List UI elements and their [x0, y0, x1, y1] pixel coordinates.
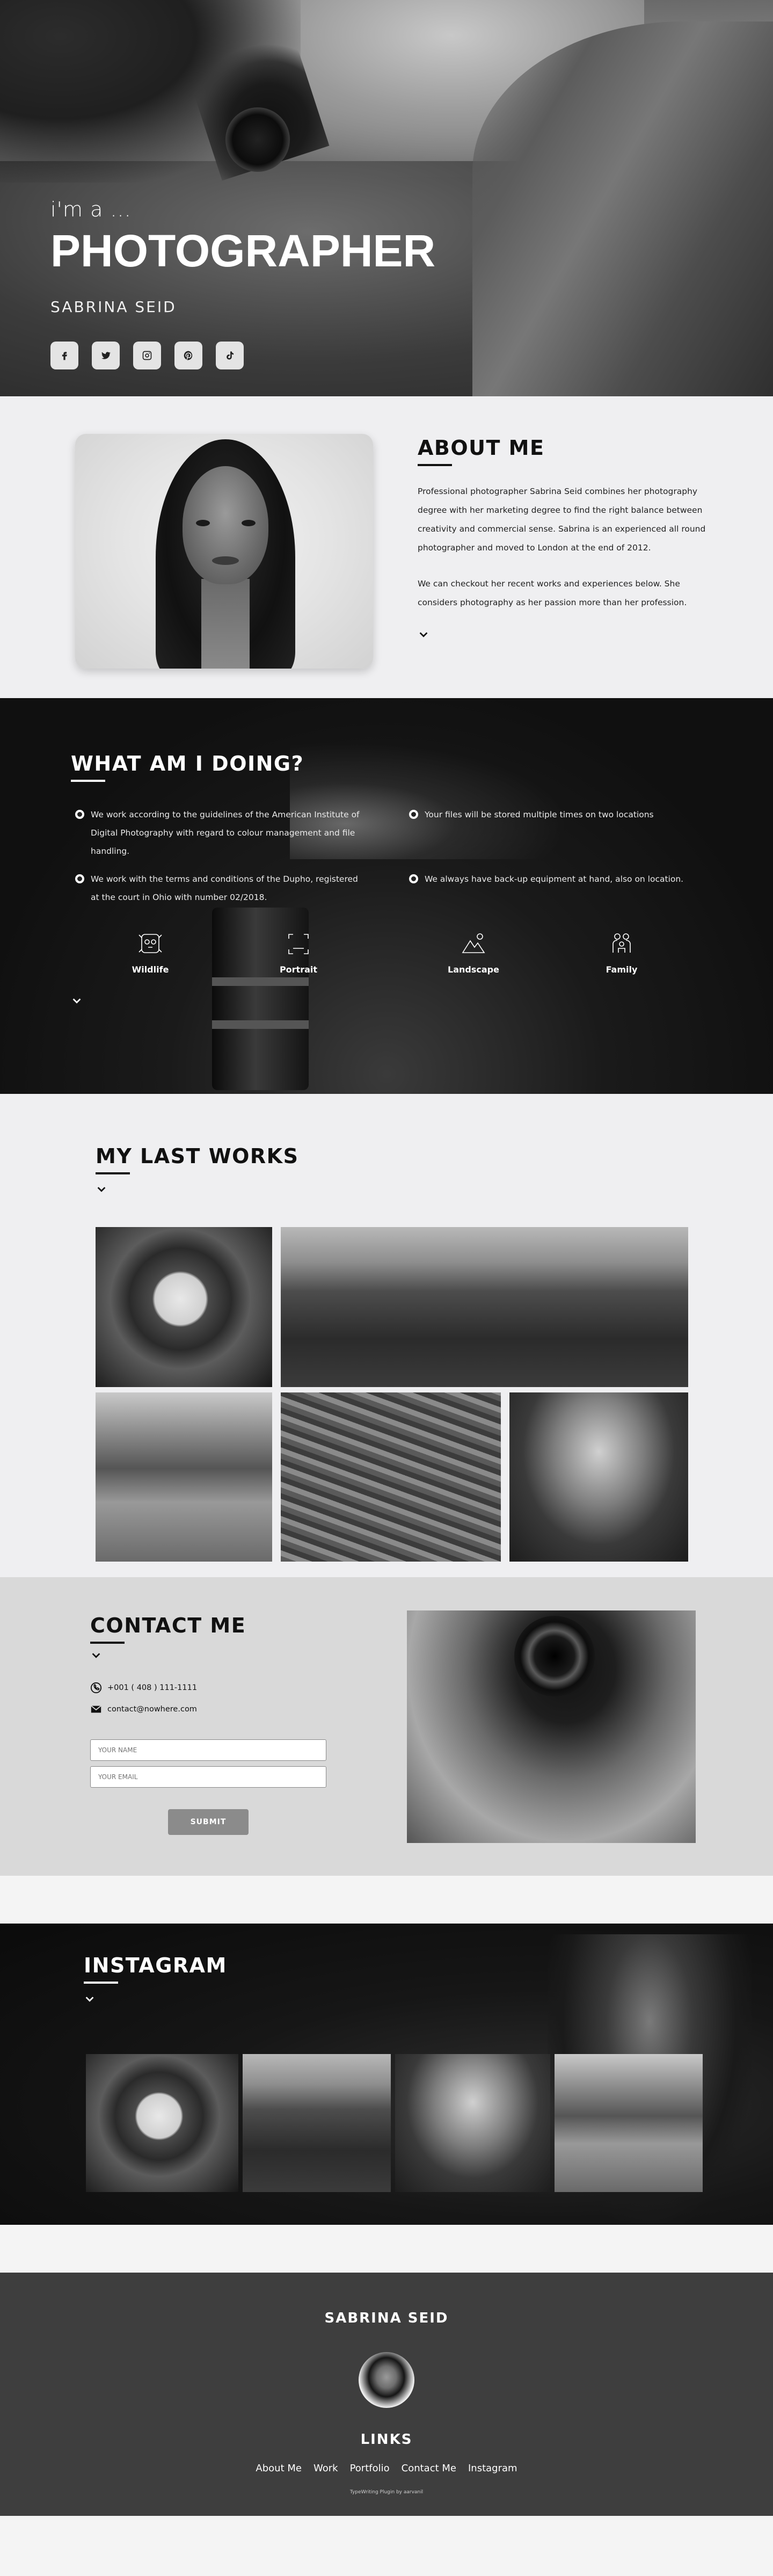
about-paragraph-1: Professional photographer Sabrina Seid c…	[418, 487, 706, 553]
contact-heading: CONTACT ME	[90, 1614, 246, 1637]
footer-name: SABRINA SEID	[324, 2310, 449, 2326]
work-photo-landscape[interactable]	[281, 1227, 688, 1387]
category-wildlife[interactable]: Wildlife	[118, 929, 183, 975]
service-item-text: We work with the terms and conditions of…	[91, 874, 358, 902]
service-item-text: Your files will be stored multiple times…	[425, 810, 654, 819]
contact-section: CONTACT ME +001 ( 408 ) 111-1111 contact…	[0, 1577, 773, 1876]
section-spacer	[0, 2225, 773, 2273]
footer-links-heading: LINKS	[360, 2432, 413, 2448]
tiktok-icon[interactable]	[216, 342, 244, 369]
hero-name: SABRINA SEID	[50, 298, 177, 316]
chevron-down-icon[interactable]	[418, 629, 429, 641]
about-heading-block: ABOUT ME	[418, 436, 544, 466]
hero-section: i'm a ... PHOTOGRAPHER SABRINA SEID	[0, 0, 773, 396]
category-family[interactable]: Family	[589, 929, 654, 975]
work-photo-garden[interactable]	[96, 1392, 272, 1562]
instagram-section: INSTAGRAM	[0, 1924, 773, 2225]
category-landscape[interactable]: Landscape	[441, 929, 506, 975]
category-portrait[interactable]: Portrait	[266, 929, 331, 975]
mail-icon	[91, 1705, 101, 1713]
category-label: Landscape	[448, 964, 499, 975]
footer-link-portfolio[interactable]: Portfolio	[350, 2463, 390, 2474]
phone-icon	[90, 1682, 102, 1694]
chevron-down-icon[interactable]	[96, 1184, 107, 1195]
footer-credit[interactable]: TypeWriting Plugin by aarvanil	[0, 2490, 773, 2495]
chevron-down-icon[interactable]	[90, 1650, 102, 1661]
contact-email-text: contact@nowhere.com	[107, 1705, 197, 1714]
bullet-icon	[75, 874, 84, 883]
work-photo-arcade[interactable]	[509, 1392, 688, 1562]
email-input[interactable]	[90, 1766, 326, 1788]
contact-email[interactable]: contact@nowhere.com	[90, 1703, 197, 1715]
instagram-photo[interactable]	[555, 2054, 703, 2192]
hero-tagline: i'm a ...	[50, 198, 132, 221]
instagram-heading-block: INSTAGRAM	[84, 1954, 227, 1984]
instagram-photo[interactable]	[243, 2054, 391, 2192]
heading-underline	[71, 780, 105, 782]
services-heading: WHAT AM I DOING?	[71, 752, 304, 775]
avatar	[359, 2352, 414, 2408]
bullet-icon	[409, 874, 418, 883]
footer-link-work[interactable]: Work	[313, 2463, 338, 2474]
name-input[interactable]	[90, 1739, 326, 1761]
service-item-text: We work according to the guidelines of t…	[91, 810, 360, 856]
instagram-photo[interactable]	[86, 2054, 238, 2192]
works-heading-block: MY LAST WORKS	[96, 1144, 299, 1174]
services-heading-block: WHAT AM I DOING?	[71, 752, 304, 782]
section-spacer	[0, 1876, 773, 1924]
social-links	[50, 342, 244, 369]
services-section: WHAT AM I DOING? We work according to th…	[0, 698, 773, 1094]
work-photo-staircase[interactable]	[96, 1227, 272, 1387]
about-section: ABOUT ME Professional photographer Sabri…	[0, 396, 773, 698]
twitter-icon[interactable]	[92, 342, 120, 369]
service-item: We work with the terms and conditions of…	[75, 870, 365, 906]
service-item: We always have back-up equipment at hand…	[409, 870, 710, 888]
contact-phone[interactable]: +001 ( 408 ) 111-1111	[90, 1682, 197, 1694]
about-portrait-photo	[75, 434, 373, 669]
contact-phone-text: +001 ( 408 ) 111-1111	[107, 1684, 198, 1692]
footer: SABRINA SEID LINKS About Me Work Portfol…	[0, 2273, 773, 2516]
instagram-photo[interactable]	[395, 2054, 550, 2192]
facebook-icon[interactable]	[50, 342, 78, 369]
service-item-text: We always have back-up equipment at hand…	[425, 874, 684, 884]
service-item: Your files will be stored multiple times…	[409, 806, 710, 824]
pinterest-icon[interactable]	[174, 342, 202, 369]
heading-underline	[84, 1982, 118, 1984]
category-label: Portrait	[279, 964, 318, 975]
footer-link-instagram[interactable]: Instagram	[468, 2463, 517, 2474]
page: i'm a ... PHOTOGRAPHER SABRINA SEID ABOU…	[0, 0, 773, 2576]
heading-underline	[90, 1642, 125, 1644]
works-heading: MY LAST WORKS	[96, 1144, 299, 1168]
chevron-down-icon[interactable]	[84, 1993, 96, 2005]
about-heading: ABOUT ME	[418, 436, 545, 460]
footer-link-contact[interactable]: Contact Me	[402, 2463, 456, 2474]
family-icon	[612, 933, 631, 953]
portrait-frame-icon	[288, 934, 309, 954]
hero-photo-lens	[225, 107, 290, 172]
instagram-heading: INSTAGRAM	[84, 1954, 227, 1977]
works-section: MY LAST WORKS	[0, 1094, 773, 1577]
category-label: Family	[606, 964, 638, 975]
work-photo-shoes[interactable]	[281, 1392, 501, 1562]
about-paragraph-2: We can checkout her recent works and exp…	[418, 579, 687, 607]
footer-nav: About Me Work Portfolio Contact Me Insta…	[0, 2463, 773, 2474]
contact-photo	[407, 1610, 696, 1843]
page-bottom	[0, 2516, 773, 2576]
chevron-down-icon[interactable]	[71, 995, 83, 1007]
contact-heading-block: CONTACT ME	[90, 1614, 246, 1644]
heading-underline	[418, 464, 452, 466]
service-item: We work according to the guidelines of t…	[75, 806, 365, 860]
submit-button[interactable]: SUBMIT	[168, 1809, 249, 1835]
hero-title: PHOTOGRAPHER	[50, 226, 436, 276]
bullet-icon	[75, 810, 84, 819]
bullet-icon	[409, 810, 418, 819]
category-label: Wildlife	[132, 964, 169, 975]
heading-underline	[96, 1172, 130, 1174]
mountain-icon	[462, 933, 485, 953]
instagram-icon[interactable]	[133, 342, 161, 369]
wildlife-icon	[138, 934, 162, 953]
footer-link-about[interactable]: About Me	[256, 2463, 302, 2474]
